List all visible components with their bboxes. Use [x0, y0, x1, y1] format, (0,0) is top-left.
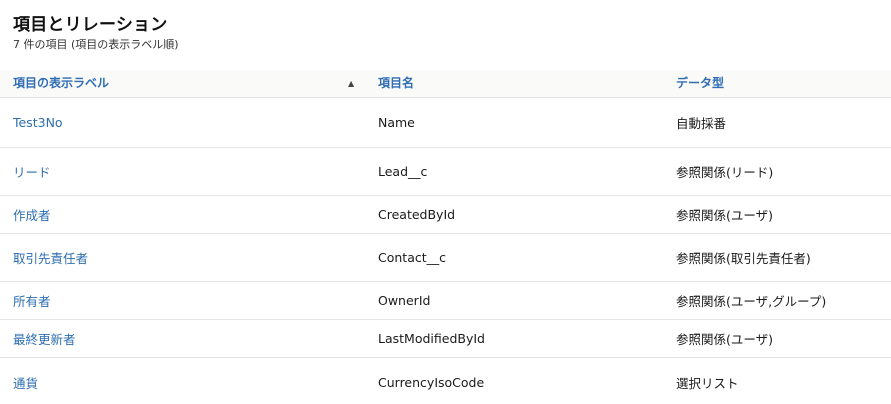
field-data-type: 参照関係(取引先責任者): [676, 251, 811, 266]
sort-ascending-icon[interactable]: ▲: [348, 70, 354, 97]
table-row: 通貨 CurrencyIsoCode 選択リスト: [0, 358, 891, 404]
field-data-type: 選択リスト: [676, 375, 739, 391]
field-label-link[interactable]: 所有者: [13, 282, 51, 319]
column-header-field-name[interactable]: 項目名: [378, 70, 414, 97]
field-data-type: 参照関係(ユーザ,グループ): [676, 294, 827, 309]
field-api-name: Contact__c: [378, 250, 447, 265]
page-title: 項目とリレーション: [13, 15, 168, 35]
field-api-name: CurrencyIsoCode: [378, 374, 485, 390]
column-header-data-type[interactable]: データ型: [676, 70, 724, 97]
field-api-name: Lead__c: [378, 164, 428, 179]
field-api-name: Name: [378, 115, 415, 130]
table-header: 項目の表示ラベル ▲ 項目名 データ型: [0, 70, 891, 98]
field-data-type: 自動採番: [676, 116, 727, 131]
field-label-link[interactable]: 作成者: [13, 196, 51, 233]
table-row: リード Lead__c 参照関係(リード): [0, 148, 891, 196]
fields-and-relationships-page: 項目とリレーション 7 件の項目 (項目の表示ラベル順) 項目の表示ラベル ▲ …: [0, 0, 891, 404]
column-header-field-label[interactable]: 項目の表示ラベル: [13, 70, 353, 97]
field-label-link[interactable]: Test3No: [13, 98, 63, 147]
table-row: 最終更新者 LastModifiedById 参照関係(ユーザ): [0, 320, 891, 358]
table-row: 作成者 CreatedById 参照関係(ユーザ): [0, 196, 891, 234]
table-row: Test3No Name 自動採番: [0, 98, 891, 148]
page-header: 項目とリレーション 7 件の項目 (項目の表示ラベル順): [13, 14, 179, 52]
table-row: 取引先責任者 Contact__c 参照関係(取引先責任者): [0, 234, 891, 282]
fields-table: 項目の表示ラベル ▲ 項目名 データ型 Test3No Name 自動採番 リー…: [0, 70, 891, 404]
field-data-type: 参照関係(リード): [676, 165, 774, 180]
field-api-name: OwnerId: [378, 293, 431, 308]
table-row: 所有者 OwnerId 参照関係(ユーザ,グループ): [0, 282, 891, 320]
field-data-type: 参照関係(ユーザ): [676, 208, 774, 223]
field-label-link[interactable]: 取引先責任者: [13, 234, 88, 281]
item-count-summary: 7 件の項目 (項目の表示ラベル順): [13, 38, 179, 51]
field-label-link[interactable]: リード: [13, 148, 51, 195]
field-label-link[interactable]: 通貨: [13, 358, 38, 404]
field-label-link[interactable]: 最終更新者: [13, 320, 76, 357]
field-data-type: 参照関係(ユーザ): [676, 332, 774, 347]
field-api-name: CreatedById: [378, 207, 456, 222]
field-api-name: LastModifiedById: [378, 331, 485, 346]
